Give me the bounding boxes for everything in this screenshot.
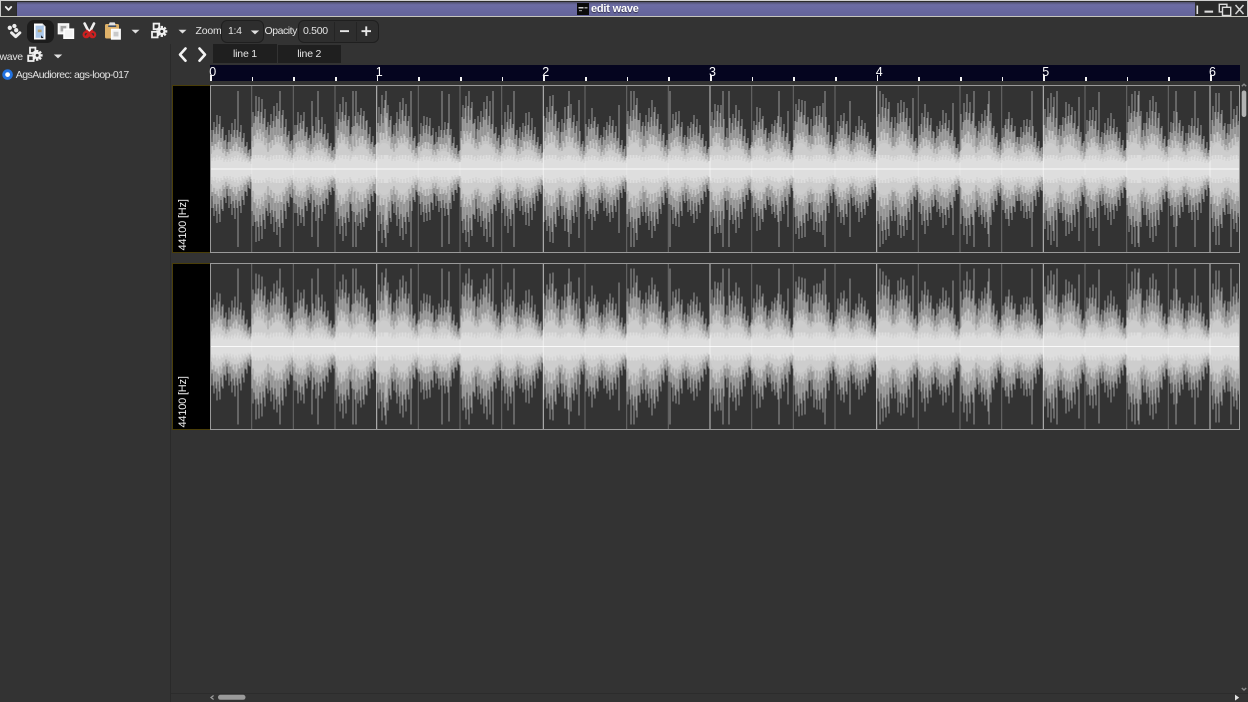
svg-text:44100 [Hz]: 44100 [Hz] — [177, 199, 189, 250]
svg-text:44100 [Hz]: 44100 [Hz] — [177, 376, 189, 427]
